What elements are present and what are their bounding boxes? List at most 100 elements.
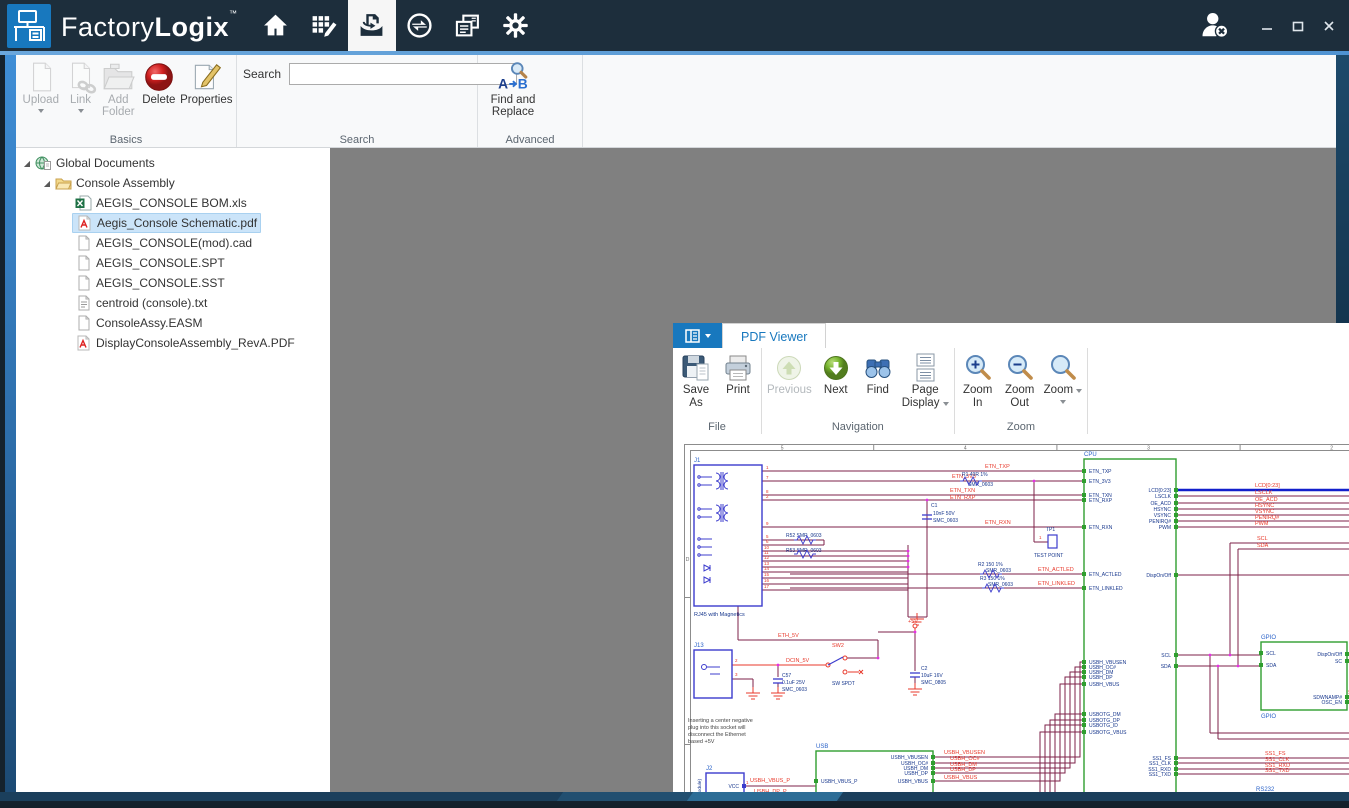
add-folder-button[interactable]: AddFolder [98, 55, 140, 118]
svg-text:17: 17 [764, 584, 770, 589]
svg-text:SS1_TXD: SS1_TXD [1265, 768, 1289, 774]
tree-expander-icon[interactable]: ◢ [22, 159, 32, 168]
svg-text:DispOn/Off: DispOn/Off [1317, 652, 1342, 658]
svg-text:VCC: VCC [728, 784, 739, 790]
nav-transfer-icon[interactable] [396, 0, 444, 51]
button-label: Zoom [1044, 384, 1083, 397]
tree-item-content: DisplayConsoleAssembly_RevA.PDF [72, 334, 298, 352]
svg-text:ETN_LINKLED: ETN_LINKLED [1038, 581, 1075, 587]
svg-text:TEST POINT: TEST POINT [1034, 553, 1063, 559]
svg-text:TP1: TP1 [1046, 527, 1055, 533]
svg-text:16: 16 [764, 578, 770, 583]
schematic-page: 54321DCPUETN_TXPETN_3V3ETN_TXNETN_RXPETN… [682, 441, 1349, 808]
tree-item-displayconsoleassembly-reva-pdf[interactable]: DisplayConsoleAssembly_RevA.PDF [16, 333, 330, 353]
tree-expander-icon[interactable]: ◢ [42, 179, 52, 188]
ribbon-group-label: Basics [16, 134, 236, 146]
nav-home-icon[interactable] [252, 0, 300, 51]
tree-item-console-assembly[interactable]: ◢ Console Assembly [16, 173, 330, 193]
maximize-button[interactable] [1287, 15, 1309, 37]
svg-text:5: 5 [781, 445, 784, 451]
tree-item-label: DisplayConsoleAssembly_RevA.PDF [96, 336, 295, 350]
nav-document-library-icon[interactable] [348, 0, 396, 51]
next-icon [820, 352, 852, 384]
factorylogix-logo[interactable] [7, 4, 51, 48]
tree-item-centroid-console-txt[interactable]: centroid (console).txt [16, 293, 330, 313]
nav-worksheet-pencil-icon[interactable] [300, 0, 348, 51]
close-button[interactable] [1318, 15, 1340, 37]
button-label: Delete [142, 94, 175, 106]
button-label: Find [867, 384, 889, 397]
svg-text:SMC_0603: SMC_0603 [933, 518, 958, 524]
home-icon [262, 12, 289, 39]
button-label: As [689, 397, 702, 410]
svg-text:SMC_0603: SMC_0603 [782, 687, 807, 693]
delete-button[interactable]: Delete [139, 55, 179, 106]
svg-text:USBH_DP: USBH_DP [904, 771, 928, 777]
svg-text:ETN_3V3: ETN_3V3 [1089, 479, 1111, 485]
tree-item-aegis-console-bom-xls[interactable]: AEGIS_CONSOLE BOM.xls [16, 193, 330, 213]
svg-text:D: D [686, 557, 690, 563]
svg-text:USBH_DP: USBH_DP [950, 767, 976, 773]
previous-icon [773, 352, 805, 384]
tree-item-aegis-console-schematic-pdf[interactable]: Aegis_Console Schematic.pdf [16, 213, 330, 233]
button-label: Zoom [1005, 384, 1034, 397]
properties-button[interactable]: Properties [179, 55, 234, 106]
viewer-tab-row: PDF Viewer [673, 323, 1349, 349]
window-border-left [5, 55, 16, 792]
page-display-icon [909, 352, 941, 384]
tree-item-aegis-console-sst[interactable]: AEGIS_CONSOLE.SST [16, 273, 330, 293]
pdf-file-icon [76, 215, 93, 231]
minimize-button[interactable] [1256, 15, 1278, 37]
tree-item-label: Global Documents [56, 156, 155, 170]
svg-text:USBH_VBUS: USBH_VBUS [1089, 682, 1120, 688]
search-label: Search [243, 67, 281, 81]
svg-text:Inserting a center negative: Inserting a center negative [688, 718, 753, 724]
print-icon [722, 352, 754, 384]
desk-logo-icon [7, 4, 51, 48]
save-as-icon [680, 352, 712, 384]
svg-text:USBH_VBUS_P: USBH_VBUS_P [821, 779, 858, 785]
button-label: Zoom [963, 384, 992, 397]
svg-text:R52 SMR_0603: R52 SMR_0603 [786, 533, 822, 539]
upload-button[interactable]: Upload [18, 55, 64, 113]
upload-page-icon [24, 60, 58, 94]
tree-item-label: AEGIS_CONSOLE.SPT [96, 256, 225, 270]
ribbon-group-basics: UploadLinkAddFolderDelete Properties Basic… [16, 55, 237, 147]
user-logout-icon[interactable] [1198, 9, 1232, 43]
link-button[interactable]: Link [64, 55, 98, 113]
svg-text:DispOn/Off: DispOn/Off [1146, 573, 1171, 579]
ribbon-group-label: Search [237, 134, 477, 146]
tree-item-aegis-console-mod-cad[interactable]: AEGIS_CONSOLE(mod).cad [16, 233, 330, 253]
svg-text:C57: C57 [782, 673, 791, 679]
toolbar-group-file: SaveAsPrintFile [673, 348, 762, 434]
tree-item-label: Console Assembly [76, 176, 175, 190]
tree-item-global-documents[interactable]: ◢ Global Documents [16, 153, 330, 173]
button-label: Out [1010, 397, 1029, 410]
button-label: Display [902, 397, 949, 410]
svg-text:J2: J2 [706, 766, 713, 772]
svg-text:USBH_VBUS_P: USBH_VBUS_P [750, 778, 790, 784]
toolbar-group-label: Zoom [955, 421, 1088, 433]
svg-text:SDA: SDA [1266, 663, 1277, 669]
svg-text:SCL: SCL [1257, 536, 1268, 542]
svg-text:C1: C1 [931, 503, 938, 509]
svg-text:SDA: SDA [1161, 664, 1172, 670]
nav-window-stack-icon[interactable] [444, 0, 492, 51]
tree-item-aegis-console-spt[interactable]: AEGIS_CONSOLE.SPT [16, 253, 330, 273]
file-icon [75, 235, 92, 251]
svg-text:LSCLK: LSCLK [1155, 494, 1172, 500]
workspace-background: PDF Viewer SaveAsPrintFilePreviousNextFi… [330, 148, 1336, 792]
view-layout-dropdown[interactable] [673, 323, 722, 348]
nav-settings-gear-icon[interactable] [492, 0, 540, 51]
tree-item-consoleassy-easm[interactable]: ConsoleAssy.EASM [16, 313, 330, 333]
svg-text:SS1_TXD: SS1_TXD [1149, 772, 1172, 778]
file-icon [75, 315, 92, 331]
find-and-replace-button[interactable]: ABFind andReplace [480, 55, 546, 118]
svg-text:SCL: SCL [1161, 653, 1171, 659]
toolbar-group-zoom: ZoomInZoomOutZoom Zoom [955, 348, 1089, 434]
tree-item-content: centroid (console).txt [72, 294, 210, 312]
settings-gear-icon [502, 12, 529, 39]
button-label: Save [683, 384, 709, 397]
svg-text:ETN_RXN: ETN_RXN [1089, 525, 1113, 531]
tab-pdf-viewer[interactable]: PDF Viewer [722, 323, 826, 349]
